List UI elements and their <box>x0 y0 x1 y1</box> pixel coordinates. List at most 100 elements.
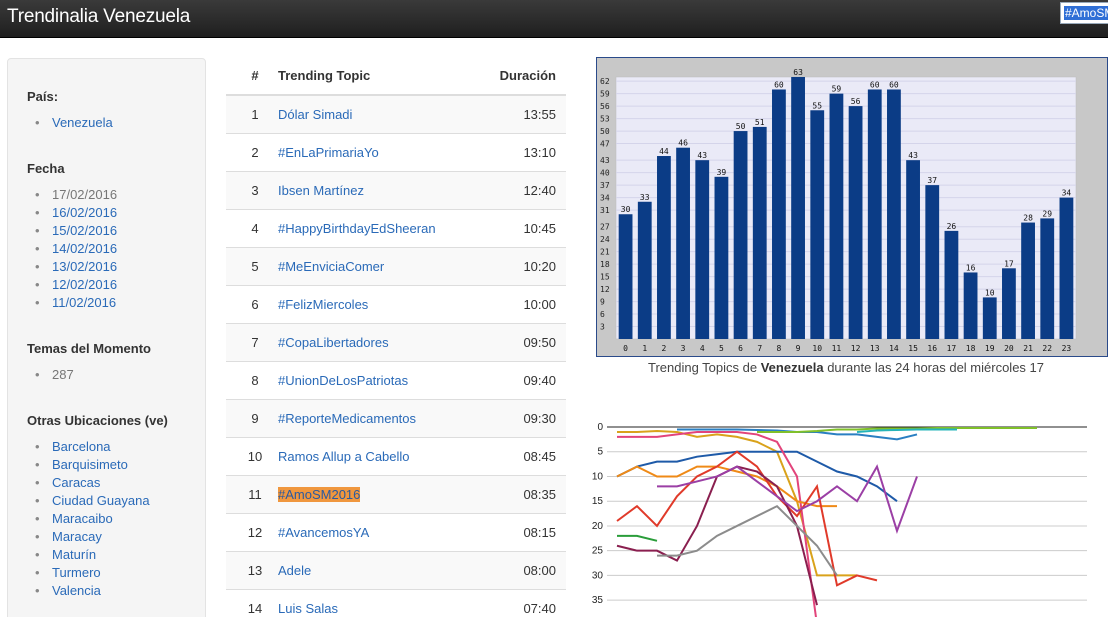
topic-link[interactable]: #CopaLibertadores <box>278 322 488 361</box>
date-link[interactable]: 13/02/2016 <box>35 258 117 276</box>
date-link[interactable]: 11/02/2016 <box>35 294 117 312</box>
x-tick-label: 15 <box>908 344 918 353</box>
topic-link[interactable]: #AmoSM2016 <box>278 474 488 513</box>
row-duration: 08:00 <box>488 550 566 589</box>
column-header-duration: Duración <box>488 57 566 96</box>
table-row: 13 Adele 08:00 <box>226 550 566 589</box>
y-tick-label: 18 <box>600 260 610 269</box>
row-duration: 13:55 <box>488 94 566 133</box>
y-tick-label: 12 <box>600 285 610 294</box>
table-row: 7 #CopaLibertadores 09:50 <box>226 322 566 361</box>
bar-chart-svg: 3691215182124273134374043475053565962300… <box>596 57 1108 357</box>
table-row: 2 #EnLaPrimariaYo 13:10 <box>226 132 566 171</box>
y-tick-label: 47 <box>600 140 610 149</box>
topic-link[interactable]: Adele <box>278 550 488 589</box>
y-tick-label: 35 <box>592 595 604 606</box>
bar <box>733 131 748 339</box>
topic-link[interactable]: #HappyBirthdayEdSheeran <box>278 208 488 247</box>
location-link[interactable]: Caracas <box>35 474 150 492</box>
row-duration: 09:40 <box>488 360 566 399</box>
topic-link[interactable]: #AvancemosYA <box>278 512 488 551</box>
y-tick-label: 37 <box>600 181 610 190</box>
topic-link[interactable]: Dólar Simadi <box>278 94 488 133</box>
y-tick-label: 25 <box>592 546 604 557</box>
row-duration: 09:50 <box>488 322 566 361</box>
topic-link[interactable]: #FelizMiercoles <box>278 284 488 323</box>
table-row: 8 #UnionDeLosPatriotas 09:40 <box>226 360 566 399</box>
bar-value-label: 30 <box>621 205 631 214</box>
site-title[interactable]: Trendinalia Venezuela <box>7 6 190 28</box>
bar-value-label: 10 <box>985 288 995 297</box>
series-line <box>856 428 957 433</box>
row-number: 10 <box>226 436 278 475</box>
top-navbar: Trendinalia Venezuela #AmoSM2016 <box>0 0 1108 38</box>
topic-link[interactable]: Ibsen Martínez <box>278 170 488 209</box>
row-duration: 08:35 <box>488 474 566 513</box>
topic-link-text: #EnLaPrimariaYo <box>278 144 379 160</box>
y-tick-label: 5 <box>597 447 603 458</box>
date-list: 17/02/2016 16/02/2016 15/02/2016 14/02/2… <box>35 186 117 312</box>
row-number: 11 <box>226 474 278 513</box>
topic-link[interactable]: #MeEnviciaComer <box>278 246 488 285</box>
country-link[interactable]: Venezuela <box>35 114 113 132</box>
x-tick-label: 17 <box>947 344 957 353</box>
table-header-row: # Trending Topic Duración <box>226 57 566 96</box>
topic-link[interactable]: #ReporteMedicamentos <box>278 398 488 437</box>
row-duration: 10:20 <box>488 246 566 285</box>
bar-value-label: 37 <box>927 176 937 185</box>
location-link[interactable]: Ciudad Guayana <box>35 492 150 510</box>
table-row: 11 #AmoSM2016 08:35 <box>226 474 566 513</box>
topic-link[interactable]: Luis Salas <box>278 588 488 617</box>
row-number: 6 <box>226 284 278 323</box>
date-link[interactable]: 14/02/2016 <box>35 240 117 258</box>
row-duration: 12:40 <box>488 170 566 209</box>
topic-link[interactable]: Ramos Allup a Cabello <box>278 436 488 475</box>
location-link[interactable]: Valencia <box>35 582 150 600</box>
row-number: 12 <box>226 512 278 551</box>
bar-value-label: 51 <box>755 118 765 127</box>
series-line <box>617 534 658 542</box>
location-link[interactable]: Maracay <box>35 528 150 546</box>
table-row: 9 #ReporteMedicamentos 09:30 <box>226 398 566 437</box>
topic-link-text: Ibsen Martínez <box>278 182 364 198</box>
country-heading: País: <box>27 89 59 104</box>
date-link[interactable]: 16/02/2016 <box>35 204 117 222</box>
y-tick-label: 43 <box>600 156 610 165</box>
topic-link[interactable]: #UnionDeLosPatriotas <box>278 360 488 399</box>
row-number: 5 <box>226 246 278 285</box>
location-link[interactable]: Barquisimeto <box>35 456 150 474</box>
row-number: 14 <box>226 588 278 617</box>
row-duration: 08:45 <box>488 436 566 475</box>
series-line <box>617 430 817 617</box>
y-tick-label: 0 <box>597 422 603 433</box>
location-link[interactable]: Maturín <box>35 546 150 564</box>
x-tick-label: 14 <box>889 344 899 353</box>
row-duration: 08:15 <box>488 512 566 551</box>
bar <box>676 147 690 339</box>
search-input[interactable]: #AmoSM2016 <box>1060 2 1108 24</box>
row-duration: 13:10 <box>488 132 566 171</box>
topic-link-text: Ramos Allup a Cabello <box>278 448 410 464</box>
table-row: 3 Ibsen Martínez 12:40 <box>226 170 566 209</box>
table-row: 6 #FelizMiercoles 10:00 <box>226 284 566 323</box>
location-link[interactable]: Maracaibo <box>35 510 150 528</box>
topic-link-text: #AvancemosYA <box>278 524 370 540</box>
y-tick-label: 34 <box>600 194 610 203</box>
caption-country: Venezuela <box>760 360 824 375</box>
y-tick-label: 6 <box>600 310 605 319</box>
bar-value-label: 50 <box>736 122 746 131</box>
row-number: 9 <box>226 398 278 437</box>
x-tick-label: 0 <box>623 344 628 353</box>
bar <box>752 126 767 340</box>
date-item-current: 17/02/2016 <box>35 186 117 204</box>
y-tick-label: 15 <box>592 496 604 507</box>
location-link[interactable]: Barcelona <box>35 438 150 456</box>
date-link[interactable]: 15/02/2016 <box>35 222 117 240</box>
row-number: 2 <box>226 132 278 171</box>
topic-link[interactable]: #EnLaPrimariaYo <box>278 132 488 171</box>
y-tick-label: 59 <box>600 90 610 99</box>
topic-link-text: #UnionDeLosPatriotas <box>278 372 409 388</box>
search-input-value: #AmoSM2016 <box>1064 6 1108 20</box>
location-link[interactable]: Turmero <box>35 564 150 582</box>
date-link[interactable]: 12/02/2016 <box>35 276 117 294</box>
